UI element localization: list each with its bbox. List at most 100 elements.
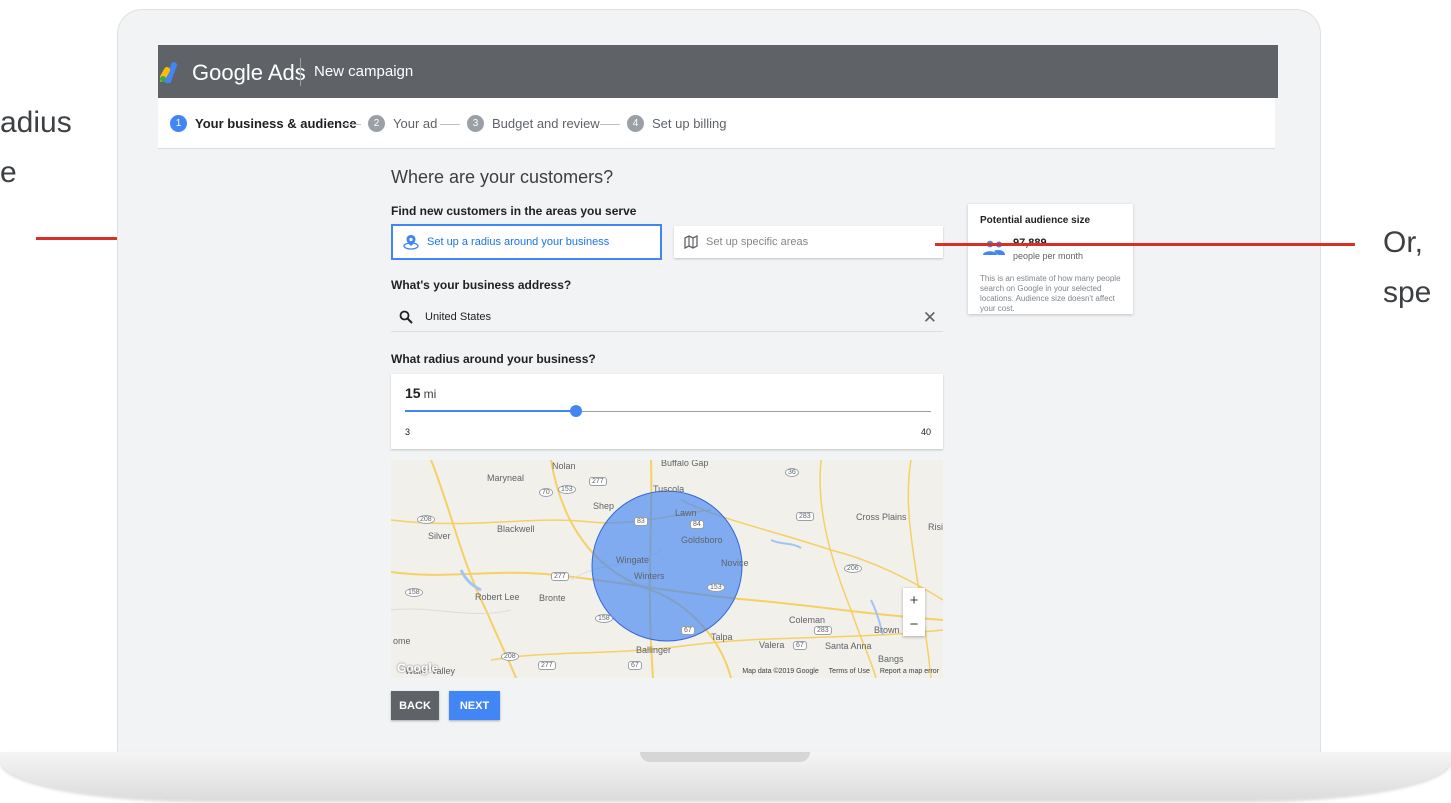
map-place-label: Rising — [928, 522, 943, 532]
step-your-ad[interactable]: 2 Your ad — [368, 115, 437, 132]
map-place-label: Silver — [428, 531, 451, 541]
back-button[interactable]: BACK — [391, 691, 439, 720]
slider-thumb[interactable] — [569, 405, 582, 417]
right-callout-line1: Or, — [1383, 226, 1424, 259]
highway-shield: 36 — [785, 468, 799, 477]
progress-stepper: 1 Your business & audience 2 Your ad 3 B… — [158, 98, 1275, 149]
zoom-out-button[interactable]: − — [903, 612, 925, 636]
map-place-label: Santa Anna — [825, 641, 872, 651]
highway-shield: 283 — [796, 512, 814, 521]
map-place-label: Ballinger — [636, 645, 672, 655]
highway-shield: 277 — [551, 572, 569, 581]
step-number: 1 — [170, 115, 187, 132]
slider-fill — [405, 410, 576, 412]
map-icon — [684, 235, 698, 249]
zoom-in-button[interactable]: + — [903, 588, 925, 612]
map-place-label: Buffalo Gap — [661, 460, 709, 468]
step-connector — [341, 124, 361, 125]
audience-per-month: people per month — [1013, 251, 1084, 261]
step-number: 3 — [467, 115, 484, 132]
map-footer: Map data ©2019 Google Terms of Use Repor… — [734, 668, 939, 675]
search-icon — [399, 310, 413, 324]
audience-description: This is an estimate of how many people s… — [980, 274, 1121, 313]
highway-shield: 153 — [558, 485, 576, 494]
slider-max-label: 40 — [920, 427, 931, 437]
highway-shield: 153 — [707, 583, 725, 592]
map-zoom-control: + − — [903, 588, 925, 636]
right-callout-line — [935, 243, 1355, 246]
map-place-label: Coleman — [789, 615, 826, 625]
map-place-label: Goldsboro — [681, 535, 723, 545]
highway-shield: 158 — [595, 614, 613, 623]
map-place-label: Shep — [593, 501, 615, 511]
google-ads-logo-icon — [160, 62, 177, 83]
step-label: Budget and review — [492, 116, 600, 131]
left-callout-line1: adius — [0, 106, 72, 139]
map-place-label: Blackwell — [497, 524, 535, 534]
step-number: 4 — [627, 115, 644, 132]
map-place-label: Bronte — [539, 593, 566, 603]
highway-shield: 277 — [589, 477, 607, 486]
highway-shield: 67 — [628, 661, 642, 670]
next-button[interactable]: NEXT — [449, 691, 500, 720]
map-place-label: Winters — [634, 571, 665, 581]
step-connector — [600, 124, 620, 125]
radius-label: What radius around your business? — [391, 352, 596, 366]
highway-shield: 277 — [538, 661, 556, 670]
map-place-label: Brown — [874, 625, 900, 635]
map-place-label: Maryneal — [487, 473, 525, 483]
map-place-label: Wingate — [616, 555, 650, 565]
brand-divider — [300, 58, 301, 86]
radius-slider-card: 15 mi 3 40 — [391, 374, 943, 449]
map-place-label: Robert Lee — [475, 592, 520, 602]
map-place-label: Tuscola — [653, 484, 685, 494]
radius-value-display: 15 mi — [405, 385, 436, 401]
map-place-label: Novice — [721, 558, 749, 568]
map-terms-link[interactable]: Terms of Use — [829, 668, 870, 675]
brand-name: Google Ads — [192, 60, 306, 85]
highway-shield: 67 — [793, 641, 807, 650]
audience-size-card: Potential audience size 97,889 people pe… — [968, 204, 1133, 314]
areas-label: Find new customers in the areas you serv… — [391, 204, 637, 218]
highway-shield: 158 — [405, 588, 423, 597]
map-place-label: Bangs — [878, 654, 904, 664]
map-place-label: Talpa — [711, 632, 733, 642]
specific-areas-label: Set up specific areas — [706, 236, 809, 248]
step-business-audience[interactable]: 1 Your business & audience — [170, 115, 357, 132]
laptop-notch — [640, 752, 810, 762]
map-place-label: Cross Plains — [856, 512, 907, 522]
slider-min-label: 3 — [405, 427, 411, 437]
radius-option-label: Set up a radius around your business — [427, 236, 610, 248]
step-label: Your ad — [393, 116, 438, 131]
radius-unit: mi — [423, 387, 437, 401]
specific-areas-option-button[interactable]: Set up specific areas — [674, 226, 943, 258]
radius-option-button[interactable]: Set up a radius around your business — [391, 224, 662, 260]
address-input[interactable]: United States ✕ — [391, 303, 943, 332]
highway-shield: 70 — [539, 488, 553, 497]
map-place-label: Lawn — [675, 508, 697, 518]
location-pin-icon — [403, 234, 419, 250]
step-number: 2 — [368, 115, 385, 132]
address-label: What's your business address? — [391, 278, 572, 292]
map-place-label: ome — [393, 636, 411, 646]
highway-shield: 67 — [681, 626, 695, 635]
map-report-link[interactable]: Report a map error — [880, 668, 939, 675]
step-billing[interactable]: 4 Set up billing — [627, 115, 726, 132]
map-place-label: Nolan — [552, 461, 576, 471]
highway-shield: 84 — [690, 520, 704, 529]
top-bar: Google Ads New campaign — [158, 45, 1278, 98]
step-connector — [440, 124, 460, 125]
step-label: Your business & audience — [195, 116, 357, 131]
left-callout-line2: e — [0, 156, 17, 189]
step-budget-review[interactable]: 3 Budget and review — [467, 115, 600, 132]
highway-shield: 283 — [814, 626, 832, 635]
map-view[interactable]: Nolan Buffalo Gap Maryneal Tuscola Shep … — [391, 460, 943, 678]
map-place-label: Valera — [759, 640, 785, 650]
screen: Google Ads New campaign 1 Your business … — [158, 45, 1278, 723]
main-content: Where are your customers? Find new custo… — [158, 149, 1275, 723]
close-icon[interactable]: ✕ — [923, 309, 937, 326]
highway-shield: 206 — [844, 564, 862, 573]
audience-title: Potential audience size — [980, 215, 1091, 226]
right-callout-line2: spe — [1383, 276, 1432, 309]
address-value: United States — [425, 311, 492, 323]
